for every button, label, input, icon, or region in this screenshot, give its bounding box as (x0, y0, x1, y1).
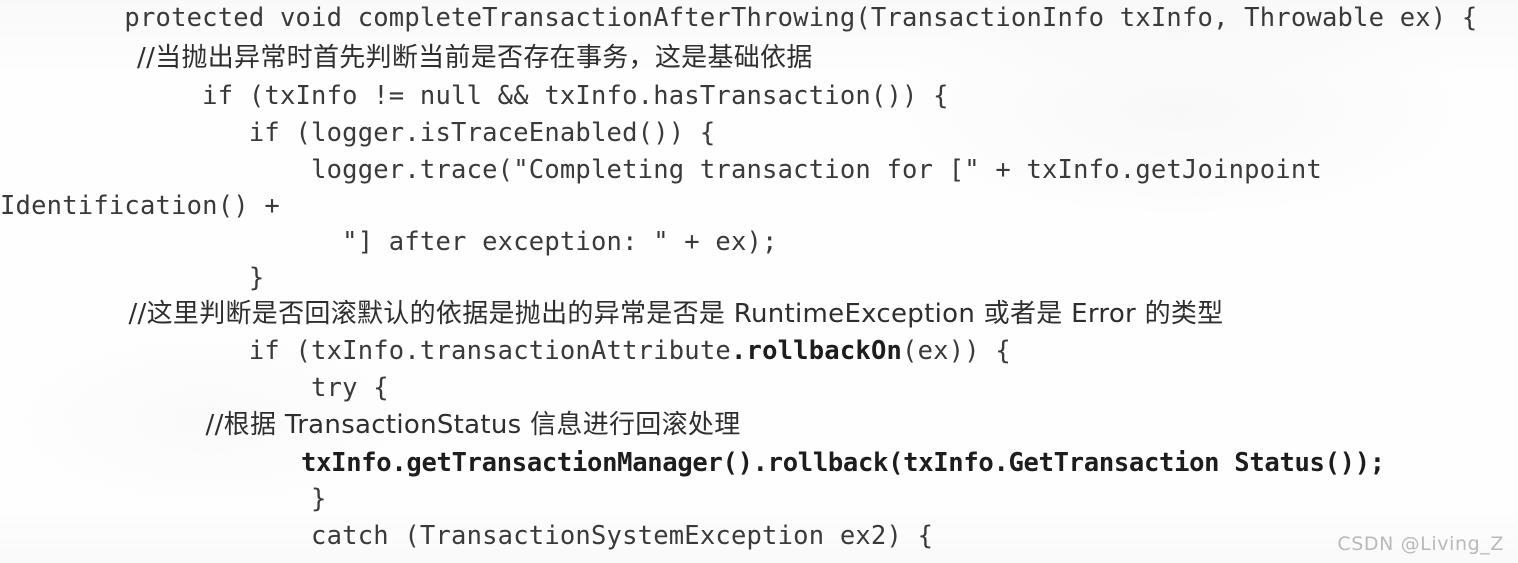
code-line-rollback-check: if (txInfo.transactionAttribute.rollback… (0, 336, 1011, 366)
csdn-watermark: CSDN @Living_Z (1337, 533, 1504, 555)
code-line-try: try { (0, 373, 389, 403)
code-line: if (logger.isTraceEnabled()) { (0, 118, 716, 148)
code-line: logger.trace("Completing transaction for… (0, 155, 1322, 185)
code-line-closing-brace: } (0, 263, 265, 293)
code-line: "] after exception: " + ex); (0, 227, 778, 257)
code-line-catch: catch (TransactionSystemException ex2) { (0, 521, 934, 551)
code-line: if (txInfo != null && txInfo.hasTransact… (0, 81, 949, 111)
code-line-closing-brace: } (0, 484, 327, 514)
bold-method-name: .rollbackOn (730, 336, 903, 366)
code-line-comment: //根据 TransactionStatus 信息进行回滚处理 (0, 410, 741, 440)
code-line-comment: //当抛出异常时首先判断当前是否存在事务，这是基础依据 (0, 43, 813, 73)
scanned-page: protected void completeTransactionAfterT… (0, 0, 1518, 563)
code-line: protected void completeTransactionAfterT… (0, 3, 1478, 33)
code-line-comment: //这里判断是否回滚默认的依据是抛出的异常是否是 RuntimeExceptio… (0, 299, 1224, 329)
code-line-wrapped: Identification() + (0, 191, 280, 221)
code-line-rollback-call: txInfo.getTransactionManager().rollback(… (0, 448, 1385, 478)
